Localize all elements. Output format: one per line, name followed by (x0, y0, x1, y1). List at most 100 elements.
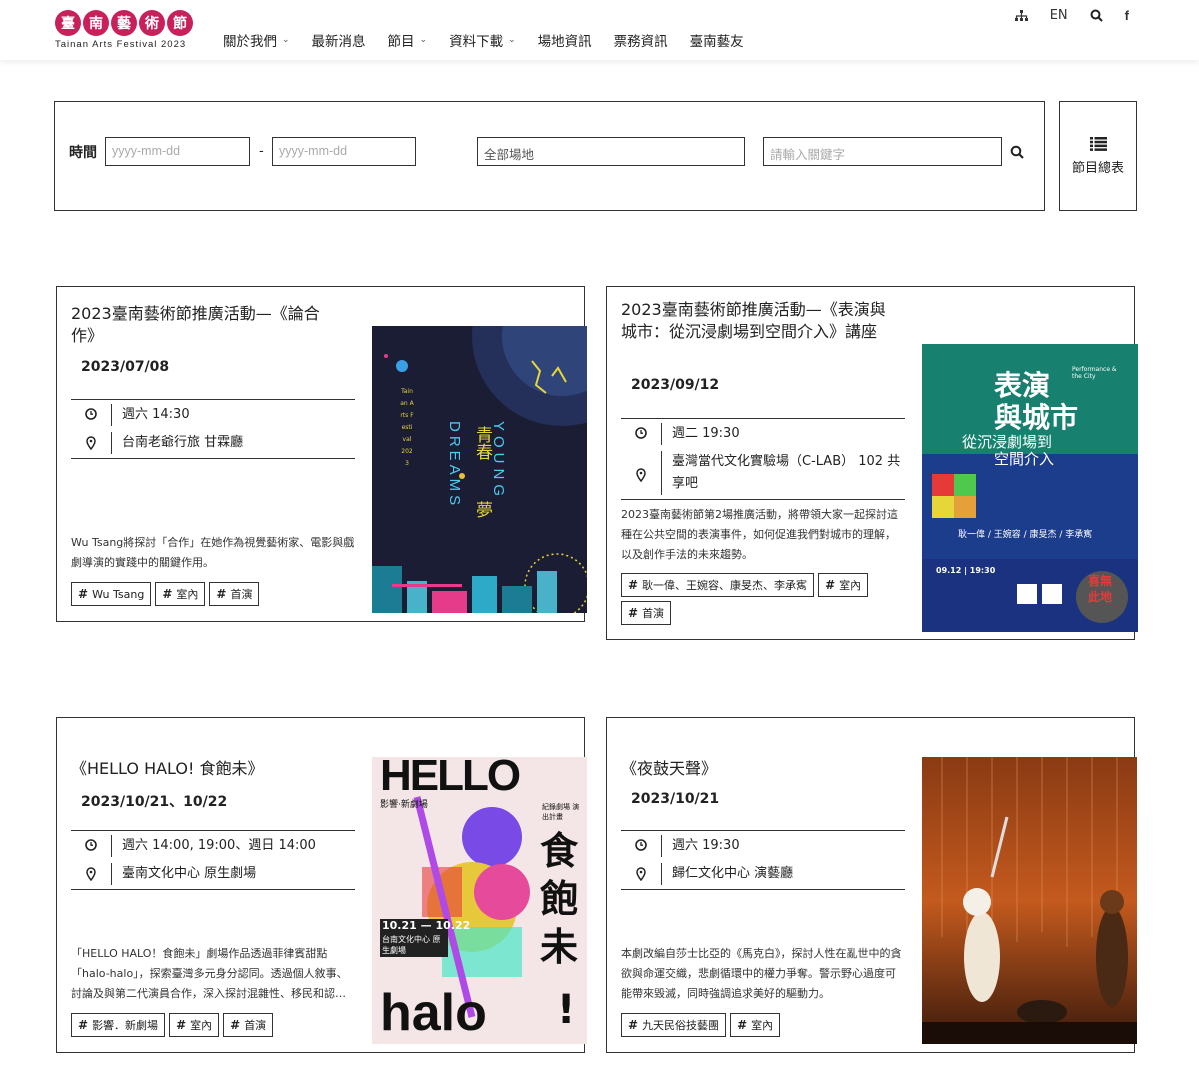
hash-icon: # (628, 578, 639, 592)
tag-label: 首演 (230, 588, 253, 601)
card-venue: 臺灣當代文化實驗場（C-LAB） 102 共享吧 (661, 451, 901, 495)
card-title[interactable]: 《夜鼓天聲》 (621, 758, 911, 780)
tag[interactable]: # 室內 (155, 582, 206, 606)
card-title[interactable]: 2023臺南藝術節推廣活動—《論合作》 (71, 303, 341, 347)
performance-photo (922, 757, 1137, 1044)
tag-label: 首演 (642, 607, 665, 620)
tag[interactable]: # 室內 (730, 1013, 781, 1037)
tag-label: 室內 (190, 1019, 213, 1032)
card-tags: # Wu Tsang # 室內 # 首演 (71, 582, 361, 606)
clock-icon (621, 423, 661, 439)
program-poster[interactable]: HELLO 影響·新劇場 紀錄劇場 演出計畫 食飽未 10.21 — 10.22… (372, 757, 587, 1044)
logo-char: 南 (83, 10, 109, 36)
poster-subtitle-text: 空間介入 (994, 450, 1055, 468)
clock-icon (621, 835, 661, 851)
poster-plan-text: 紀錄劇場 演出計畫 (542, 803, 580, 821)
nav-label: 最新消息 (311, 34, 366, 50)
poster-cn-text: 青春 (472, 426, 492, 460)
hash-icon: # (825, 578, 836, 592)
poster-en-text: Performance & the City (1072, 366, 1117, 380)
nav-label: 場地資訊 (537, 34, 592, 50)
hash-icon: # (628, 1018, 639, 1032)
search-icon (1010, 145, 1024, 159)
poster-cn-text: 食飽未 (540, 829, 579, 969)
tag[interactable]: # 首演 (209, 582, 260, 606)
utility-links: EN f (1014, 8, 1129, 23)
nav-item-downloads[interactable]: 資料下載 ⌄ (449, 30, 516, 50)
poster-halo-text: halo (380, 984, 487, 1042)
nav-item-programs[interactable]: 節目 ⌄ (388, 30, 428, 50)
poster-dates-text: 10.21 — 10.22 (382, 919, 471, 932)
card-description: 本劇改編自莎士比亞的《馬克白》，探討人性在亂世中的貪欲與命運交織，悲劇循環中的權… (621, 947, 902, 1000)
poster-cn-text: 夢 (472, 501, 492, 518)
nav-item-news[interactable]: 最新消息 (312, 30, 366, 50)
hash-icon: # (230, 1018, 241, 1032)
language-switch[interactable]: EN (1050, 8, 1068, 23)
card-info: 週二 19:30 臺灣當代文化實驗場（C-LAB） 102 共享吧 (621, 418, 905, 500)
time-label: 時間 (69, 145, 97, 161)
tag[interactable]: # 室內 (169, 1013, 220, 1037)
card-time: 週六 19:30 (661, 835, 740, 857)
program-photo[interactable] (922, 757, 1137, 1044)
clock-icon (71, 404, 111, 420)
poster-company-text: 影響·新劇場 (380, 800, 428, 810)
poster-bang-text: ! (557, 987, 576, 1033)
card-tags: # 九天民俗技藝團 # 室內 (621, 1013, 911, 1037)
logo-char: 術 (139, 10, 165, 36)
logo-char: 臺 (55, 10, 81, 36)
location-pin-icon (621, 464, 661, 482)
facebook-icon[interactable]: f (1125, 8, 1129, 23)
hash-icon: # (628, 606, 639, 620)
program-card[interactable]: 2023臺南藝術節推廣活動—《論合作》 2023/07/08 週六 14:30 … (56, 286, 587, 622)
site-logo[interactable]: 臺 南 藝 術 節 Tainan Arts Festival 2023 (55, 10, 205, 54)
program-list-button[interactable]: 節目總表 (1059, 101, 1137, 211)
card-time: 週六 14:30 (111, 404, 190, 426)
tag[interactable]: # 耿一偉、王婉容、康旻杰、李承寯 (621, 573, 815, 597)
date-from-input[interactable]: yyyy-mm-dd (105, 137, 250, 166)
poster-venue-text: 台南文化中心 原生劇場 (382, 935, 441, 955)
keyword-input[interactable]: 請輸入關鍵字 (763, 137, 1002, 166)
poster-title-text: 與城市 (994, 401, 1079, 434)
chevron-down-icon: ⌄ (282, 35, 290, 45)
nav-label: 臺南藝友 (689, 34, 744, 50)
nav-item-about[interactable]: 關於我們 ⌄ (223, 30, 290, 50)
program-card[interactable]: 《HELLO HALO! 食飽未》 2023/10/21、10/22 週六 14… (56, 717, 587, 1053)
search-button[interactable] (1010, 144, 1024, 163)
nav-label: 關於我們 (223, 34, 277, 50)
venue-select[interactable]: 全部場地 (477, 137, 745, 166)
card-date: 2023/09/12 (631, 377, 720, 393)
tag[interactable]: # 首演 (223, 1013, 274, 1037)
tag[interactable]: # 影響．新劇場 (71, 1013, 166, 1037)
tag-label: 室內 (839, 579, 862, 592)
nav-item-friends[interactable]: 臺南藝友 (690, 30, 744, 50)
nav-item-tickets[interactable]: 票務資訊 (614, 30, 668, 50)
tag[interactable]: # Wu Tsang (71, 582, 152, 606)
list-icon (1089, 136, 1107, 151)
poster-dreams-text: DREAMS (446, 421, 463, 510)
nav-label: 票務資訊 (613, 34, 668, 50)
tag[interactable]: # 室內 (818, 573, 869, 597)
program-list-label: 節目總表 (1071, 160, 1124, 176)
program-poster[interactable]: 表演 Performance & the City 與城市 從沉浸劇場到 空間介… (922, 344, 1138, 632)
card-description: 2023臺南藝術節第2場推廣活動，將帶領大家一起探討這種在公共空間的表演事件，如… (621, 508, 898, 561)
search-icon[interactable] (1090, 9, 1103, 22)
chevron-down-icon: ⌄ (508, 35, 516, 45)
tag[interactable]: # 首演 (621, 601, 672, 625)
search-filter-panel: 時間 yyyy-mm-dd - yyyy-mm-dd 全部場地 請輸入關鍵字 (54, 101, 1045, 211)
hash-icon: # (216, 587, 227, 601)
program-card[interactable]: 2023臺南藝術節推廣活動—《表演與城市：從沉浸劇場到空間介入》講座 2023/… (606, 286, 1138, 640)
logo-mark: 臺 南 藝 術 節 (55, 10, 205, 36)
program-poster[interactable]: Tainan Arts Festival 2023 YOUNG DREAMS 青… (372, 326, 587, 613)
card-tags: # 影響．新劇場 # 室內 # 首演 (71, 1013, 361, 1037)
tag[interactable]: # 九天民俗技藝團 (621, 1013, 727, 1037)
chevron-down-icon: ⌄ (419, 35, 428, 45)
sitemap-icon[interactable] (1014, 9, 1028, 22)
poster-festival-text: Tainan Arts Festival 2023 (400, 388, 414, 467)
card-title[interactable]: 2023臺南藝術節推廣活動—《表演與城市：從沉浸劇場到空間介入》講座 (621, 299, 896, 343)
nav-item-venues[interactable]: 場地資訊 (538, 30, 592, 50)
date-to-input[interactable]: yyyy-mm-dd (272, 137, 416, 166)
tag-label: 耿一偉、王婉容、康旻杰、李承寯 (642, 579, 808, 592)
card-venue: 台南老爺行旅 甘霖廳 (111, 432, 243, 454)
card-title[interactable]: 《HELLO HALO! 食飽未》 (71, 758, 361, 780)
program-card[interactable]: 《夜鼓天聲》 2023/10/21 週六 19:30 歸仁文化中心 演藝廳 本劇… (606, 717, 1137, 1053)
